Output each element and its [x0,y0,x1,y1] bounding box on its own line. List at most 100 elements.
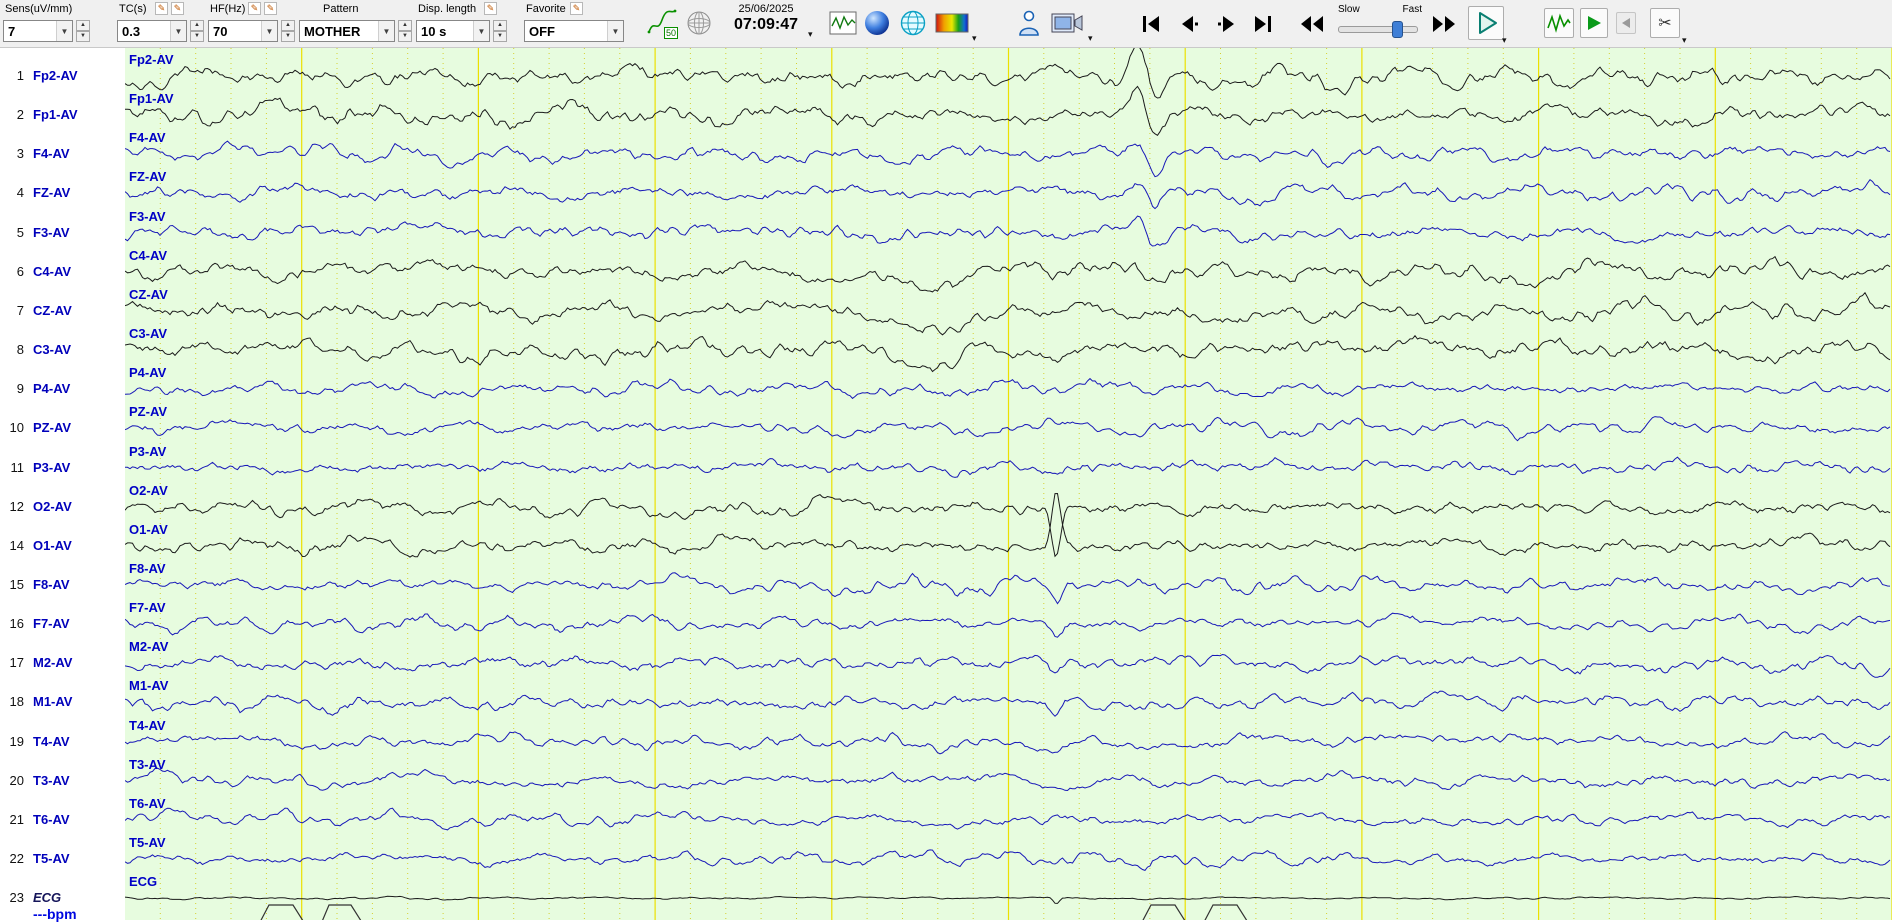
page-forward-button[interactable] [1214,11,1240,37]
datetime-caret-icon[interactable]: ▾ [808,30,813,39]
time-grid [159,48,1892,920]
channel-row[interactable]: 23 ECG [0,889,125,907]
channel-row[interactable]: 1 Fp2-AV [0,67,125,85]
step-back-button[interactable] [1616,12,1636,34]
channel-row[interactable]: 6 C4-AV [0,263,125,281]
channel-row[interactable]: 16 F7-AV [0,615,125,633]
pattern-select[interactable]: MOTHER ▼ [299,20,395,42]
electrode-map-button[interactable] [684,8,714,38]
play-button[interactable] [1468,6,1504,40]
channel-list-panel: 1 Fp2-AV 2 Fp1-AV 3 F4-AV 4 FZ-AV 5 F3-AV 6 C4-AV 7 C… [0,48,125,922]
channel-row[interactable]: 2 Fp1-AV [0,106,125,124]
channel-row[interactable]: 10 PZ-AV [0,419,125,437]
sens-dropdown-icon[interactable]: ▼ [56,21,72,41]
hf-step-down-icon[interactable]: ▼ [281,31,295,42]
trace-channel-label: CZ-AV [129,286,168,302]
fast-forward-button[interactable] [1430,11,1458,37]
toolbar: Sens(uV/mm) 7 ▼ ▲ ▼ TC(s) ✎ ✎ 0.3 ▼ ▲ ▼ … [0,0,1892,48]
channel-row[interactable]: 3 F4-AV [0,145,125,163]
clip-caret-icon[interactable]: ▾ [1682,36,1687,45]
spectrogram-button[interactable] [934,12,970,34]
disp-stepper[interactable]: ▲ ▼ [493,20,507,42]
channel-number: 11 [10,459,25,475]
tc-select[interactable]: 0.3 ▼ [117,20,187,42]
video-button[interactable] [1050,9,1084,37]
channel-row[interactable]: 14 O1-AV [0,537,125,555]
eeg-trace-P3-AV [125,456,1891,478]
channel-row[interactable]: 9 P4-AV [0,380,125,398]
disp-step-down-icon[interactable]: ▼ [493,31,507,42]
eeg-record-area[interactable]: Fp2-AV Fp1-AV F4-AV FZ-AV F3-AV C4-AV CZ-AV C3-… [125,48,1892,920]
sens-stepper[interactable]: ▲ ▼ [76,20,90,42]
channel-row[interactable]: 4 FZ-AV [0,184,125,202]
favorite-edit-icon[interactable]: ✎ [570,2,583,15]
sens-step-up-icon[interactable]: ▲ [76,20,90,31]
favorite-dropdown-icon[interactable]: ▼ [607,21,623,41]
disp-dropdown-icon[interactable]: ▼ [473,21,489,41]
tc-edit2-icon[interactable]: ✎ [171,2,184,15]
patient-info-button[interactable] [1016,8,1042,38]
hf-edit2-icon[interactable]: ✎ [264,2,277,15]
display-group-caret-icon[interactable]: ▾ [972,34,977,43]
channel-row[interactable]: 15 F8-AV [0,576,125,594]
channel-row[interactable]: 7 CZ-AV [0,302,125,320]
resume-play-button[interactable] [1580,8,1608,38]
pattern-step-up-icon[interactable]: ▲ [398,20,412,31]
disp-length-select[interactable]: 10 s ▼ [416,20,490,42]
review-wave-button[interactable] [1544,8,1574,38]
channel-label: C4-AV [33,263,72,279]
channel-row[interactable]: 22 T5-AV [0,850,125,868]
hf-dropdown-icon[interactable]: ▼ [261,21,277,41]
sens-step-down-icon[interactable]: ▼ [76,31,90,42]
video-caret-icon[interactable]: ▾ [1088,34,1093,43]
go-to-start-button[interactable] [1138,11,1164,37]
channel-label: PZ-AV [33,420,72,436]
tc-edit-icon[interactable]: ✎ [155,2,168,15]
trace-channel-label: P3-AV [129,443,167,459]
channel-row[interactable]: 12 O2-AV [0,498,125,516]
pattern-stepper[interactable]: ▲ ▼ [398,20,412,42]
channel-row[interactable]: 5 F3-AV [0,224,125,242]
channel-row[interactable]: 18 M1-AV [0,693,125,711]
channel-row[interactable]: 11 P3-AV [0,459,125,477]
eeg-traces [125,48,1891,920]
disp-edit-icon[interactable]: ✎ [484,2,497,15]
brain-map-button[interactable] [862,8,892,38]
tc-step-down-icon[interactable]: ▼ [190,31,204,42]
rewind-button[interactable] [1298,11,1326,37]
speed-slider-thumb[interactable] [1392,21,1403,38]
channel-row[interactable]: 8 C3-AV [0,341,125,359]
trace-channel-label: T3-AV [129,756,166,772]
pattern-dropdown-icon[interactable]: ▼ [378,21,394,41]
play-caret-icon[interactable]: ▾ [1502,36,1507,45]
pattern-step-down-icon[interactable]: ▼ [398,31,412,42]
favorite-select[interactable]: OFF ▼ [524,20,624,42]
sphere-grid-icon [687,11,711,35]
hf-edit-icon[interactable]: ✎ [248,2,261,15]
sens-select[interactable]: 7 ▼ [3,20,73,42]
tc-stepper[interactable]: ▲ ▼ [190,20,204,42]
datetime-group[interactable]: 25/06/2025 07:09:47 ▾ [724,0,816,48]
clip-button[interactable]: ✂ [1650,8,1680,38]
hf-step-up-icon[interactable]: ▲ [281,20,295,31]
page-back-button[interactable] [1176,11,1202,37]
channel-label: O2-AV [33,498,72,514]
channel-row[interactable]: 19 T4-AV [0,733,125,751]
globe-view-button[interactable] [898,8,928,38]
hf-select[interactable]: 70 ▼ [208,20,278,42]
tc-group: TC(s) ✎ ✎ 0.3 ▼ ▲ ▼ [117,0,209,48]
channel-row[interactable]: 21 T6-AV [0,811,125,829]
green-wave-icon [1547,13,1571,33]
disp-step-up-icon[interactable]: ▲ [493,20,507,31]
hf-stepper[interactable]: ▲ ▼ [281,20,295,42]
tc-dropdown-icon[interactable]: ▼ [170,21,186,41]
wave-view-button[interactable] [828,9,858,37]
tc-step-up-icon[interactable]: ▲ [190,20,204,31]
channel-row[interactable]: 17 M2-AV [0,654,125,672]
speed-slider-track[interactable] [1338,26,1418,33]
go-to-end-button[interactable] [1250,11,1276,37]
channel-row[interactable]: 20 T3-AV [0,772,125,790]
favorite-value: OFF [529,23,555,39]
notch-filter-button[interactable]: 50 [645,6,679,40]
eeg-traces-svg [125,48,1892,920]
